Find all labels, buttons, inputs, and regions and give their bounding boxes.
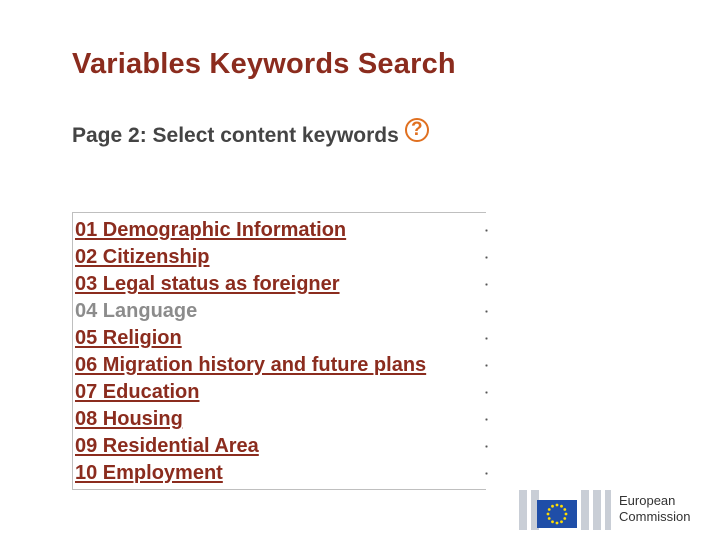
subtitle-row: Page 2: Select content keywords ?	[72, 118, 429, 148]
eu-flag-icon	[537, 500, 577, 528]
page-title: Variables Keywords Search	[72, 48, 456, 80]
keyword-link-housing[interactable]: 08 Housing	[75, 408, 183, 430]
keyword-item: 03 Legal status as foreigner	[75, 271, 486, 298]
ec-name: European Commission	[619, 493, 691, 525]
keyword-link-residential-area[interactable]: 09 Residential Area	[75, 435, 259, 457]
keyword-item: 09 Residential Area	[75, 433, 486, 460]
keyword-item: 08 Housing	[75, 406, 486, 433]
panel-edge-dots	[485, 217, 488, 485]
keyword-item: 04 Language	[75, 298, 486, 325]
keyword-link-employment[interactable]: 10 Employment	[75, 462, 223, 484]
help-icon[interactable]: ?	[404, 118, 429, 142]
ec-name-line1: European	[619, 493, 676, 508]
keyword-item: 10 Employment	[75, 460, 486, 487]
keyword-item: 07 Education	[75, 379, 486, 406]
ec-name-line2: Commission	[619, 509, 691, 524]
keyword-link-migration-history[interactable]: 06 Migration history and future plans	[75, 354, 426, 376]
keyword-link-language: 04 Language	[75, 300, 198, 322]
keyword-link-demographic-information[interactable]: 01 Demographic Information	[75, 219, 346, 241]
keyword-panel: 01 Demographic Information 02 Citizenshi…	[72, 212, 488, 490]
keyword-link-legal-status[interactable]: 03 Legal status as foreigner	[75, 273, 340, 295]
keyword-link-citizenship[interactable]: 02 Citizenship	[75, 246, 209, 268]
keyword-link-education[interactable]: 07 Education	[75, 381, 199, 403]
european-commission-logo: European Commission	[519, 486, 691, 532]
page-subtitle: Page 2: Select content keywords	[72, 124, 399, 147]
keyword-item: 02 Citizenship	[75, 244, 486, 271]
keyword-list: 01 Demographic Information 02 Citizenshi…	[73, 213, 486, 487]
keyword-link-religion[interactable]: 05 Religion	[75, 327, 182, 349]
building-icon	[519, 486, 611, 532]
keyword-item: 05 Religion	[75, 325, 486, 352]
keyword-item: 06 Migration history and future plans	[75, 352, 486, 379]
keyword-item: 01 Demographic Information	[75, 217, 486, 244]
